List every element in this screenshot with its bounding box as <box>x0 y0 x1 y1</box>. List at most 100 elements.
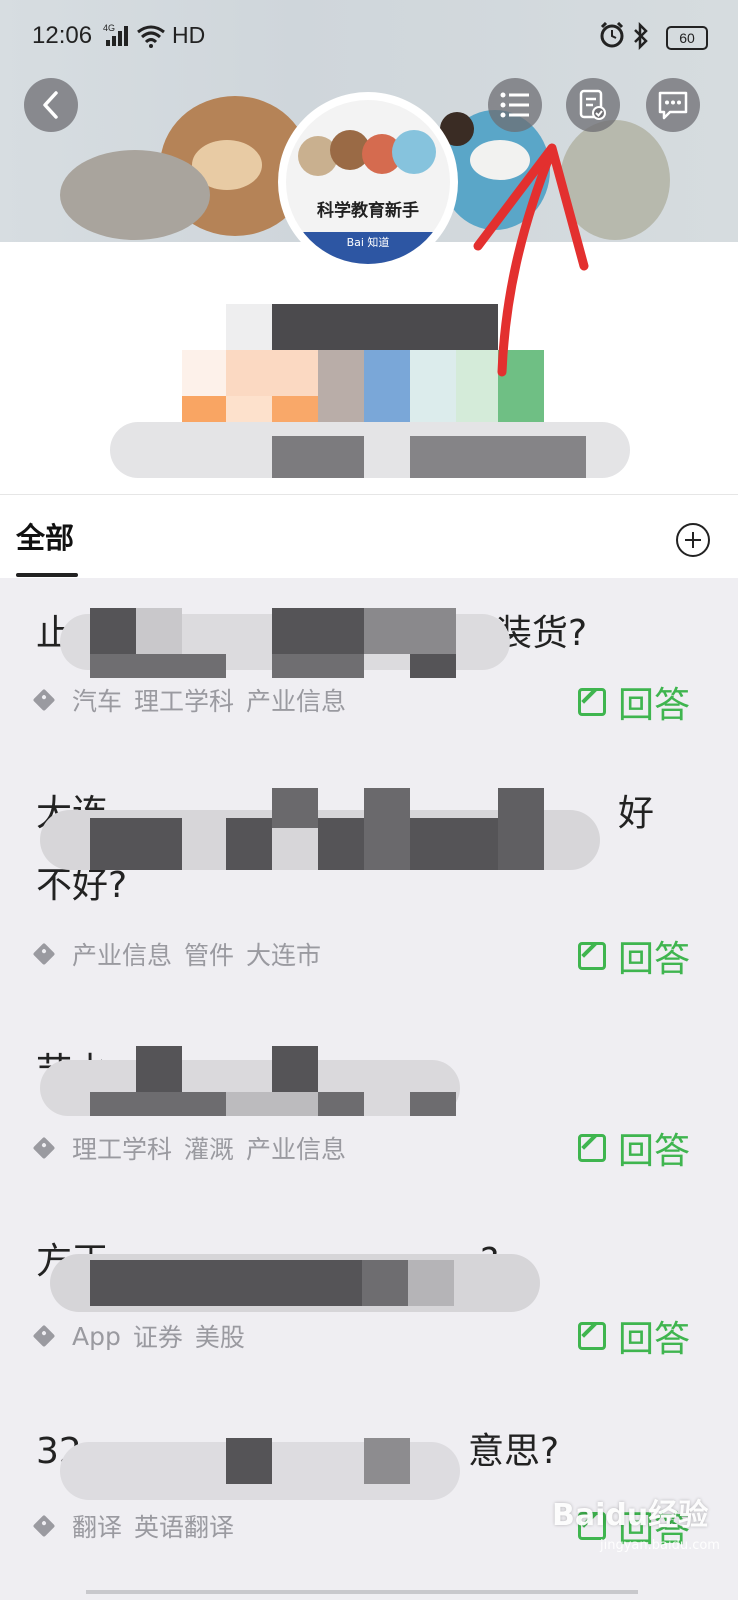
tag-list: App 证券 美股 <box>32 1318 257 1354</box>
tag[interactable]: 管件 <box>184 936 234 972</box>
tag[interactable]: 产业信息 <box>72 936 172 972</box>
bluetooth-icon <box>634 22 648 50</box>
document-check-icon <box>579 89 606 120</box>
profile-info <box>0 242 738 494</box>
status-bar: 12:06 4G HD 60 <box>0 0 738 74</box>
redacted-block <box>408 1260 454 1306</box>
menu-list-button[interactable] <box>488 78 542 132</box>
tag-icon <box>32 1514 56 1538</box>
tag-list: 汽车 理工学科 产业信息 <box>32 682 358 718</box>
answer-label: 回答 <box>618 1131 691 1172</box>
redacted-block <box>364 1438 410 1484</box>
chat-bubble-icon <box>658 91 688 120</box>
redacted-block <box>136 1046 182 1092</box>
alarm-icon <box>600 22 624 48</box>
avatar-toy <box>392 130 436 174</box>
tab-bar: 全部 <box>0 494 738 579</box>
edit-icon <box>578 1134 606 1162</box>
tag[interactable]: 翻译 <box>72 1508 122 1544</box>
redacted-block <box>318 1092 364 1116</box>
redacted-block <box>90 1092 226 1116</box>
answer-label: 回答 <box>618 685 691 726</box>
tag[interactable]: 灌溉 <box>184 1130 234 1166</box>
back-button[interactable] <box>24 78 78 132</box>
list-icon <box>500 92 529 118</box>
question-item[interactable]: 大连 好 不好? 产业信息 管件 大连市 回答 <box>0 758 738 1013</box>
redacted-block <box>410 436 586 478</box>
edit-icon <box>578 942 606 970</box>
tag[interactable]: App <box>72 1322 121 1351</box>
bottom-divider <box>86 1590 638 1594</box>
tag[interactable]: 证券 <box>133 1318 183 1354</box>
edit-icon <box>578 688 606 716</box>
redacted-block <box>90 608 136 654</box>
avatar-brand: Bai 知道 <box>286 232 450 264</box>
tab-all[interactable]: 全部 <box>16 515 74 557</box>
avatar-image: 科学教育新手 Bai 知道 <box>286 100 450 264</box>
toy-gray-right-image <box>560 120 670 240</box>
redacted-block <box>364 788 410 870</box>
redacted-block <box>226 1092 318 1116</box>
edit-icon <box>578 1322 606 1350</box>
answer-button[interactable]: 回答 <box>578 1122 690 1174</box>
tag[interactable]: 产业信息 <box>246 1130 346 1166</box>
redacted-block <box>410 654 456 678</box>
toy-blue-face <box>470 140 530 180</box>
status-time: 12:06 <box>32 22 93 49</box>
my-answers-button[interactable] <box>566 78 620 132</box>
tag[interactable]: 汽车 <box>72 682 122 718</box>
answer-label: 回答 <box>618 1319 691 1360</box>
question-title-end: 意思? <box>468 1431 560 1472</box>
wifi-icon <box>137 25 165 48</box>
redacted-block <box>272 608 364 654</box>
redacted-block <box>226 818 272 870</box>
tag[interactable]: 理工学科 <box>72 1130 172 1166</box>
toy-gray-image <box>60 150 210 240</box>
tag-icon <box>32 1136 56 1160</box>
question-item[interactable]: 节水 理工学科 灌溉 产业信息 回答 <box>0 1012 738 1203</box>
redacted-block <box>226 304 272 350</box>
tag[interactable]: 理工学科 <box>134 682 234 718</box>
redacted-block <box>90 654 226 678</box>
tab-active-indicator <box>16 573 78 577</box>
watermark: Baidu经验 <box>552 1498 709 1533</box>
redacted-block <box>318 818 364 870</box>
redacted-block <box>90 818 182 870</box>
redacted-block <box>182 350 228 396</box>
question-item[interactable]: 止水 车装货? 汽车 理工学科 产业信息 回答 <box>0 578 738 759</box>
redacted-block <box>272 304 498 350</box>
battery-indicator: 60 <box>666 26 708 50</box>
watermark-url: jingyan.baidu.com <box>600 1538 720 1553</box>
answer-button[interactable]: 回答 <box>578 1310 690 1362</box>
tag[interactable]: 大连市 <box>246 936 321 972</box>
answer-label: 回答 <box>618 939 691 980</box>
tag-icon <box>32 942 56 966</box>
tag-icon <box>32 688 56 712</box>
redacted-block <box>498 788 544 870</box>
tag-list: 理工学科 灌溉 产业信息 <box>32 1130 358 1166</box>
chevron-left-icon <box>43 91 58 119</box>
redacted-block <box>410 818 500 870</box>
avatar[interactable]: 科学教育新手 Bai 知道 <box>278 92 458 272</box>
redacted-block <box>272 1046 318 1092</box>
redacted-block <box>226 1438 272 1484</box>
hd-label: HD <box>172 22 206 48</box>
redacted-block <box>364 608 456 654</box>
redacted-block <box>136 608 182 654</box>
redacted-block <box>272 654 364 678</box>
messages-button[interactable] <box>646 78 700 132</box>
redacted-block <box>272 788 318 828</box>
tag-list: 产业信息 管件 大连市 <box>32 936 333 972</box>
tag-icon <box>32 1324 56 1348</box>
answer-button[interactable]: 回答 <box>578 930 690 982</box>
tag[interactable]: 英语翻译 <box>134 1508 234 1544</box>
redacted-block <box>90 1260 362 1306</box>
add-category-button[interactable] <box>676 523 710 557</box>
answer-button[interactable]: 回答 <box>578 676 690 728</box>
tag[interactable]: 美股 <box>195 1318 245 1354</box>
tag[interactable]: 产业信息 <box>246 682 346 718</box>
signal-icon <box>106 26 128 46</box>
redacted-block <box>362 1260 408 1306</box>
question-title-end: 好 <box>618 793 655 834</box>
question-item[interactable]: 方正 ? App 证券 美股 回答 <box>0 1202 738 1393</box>
